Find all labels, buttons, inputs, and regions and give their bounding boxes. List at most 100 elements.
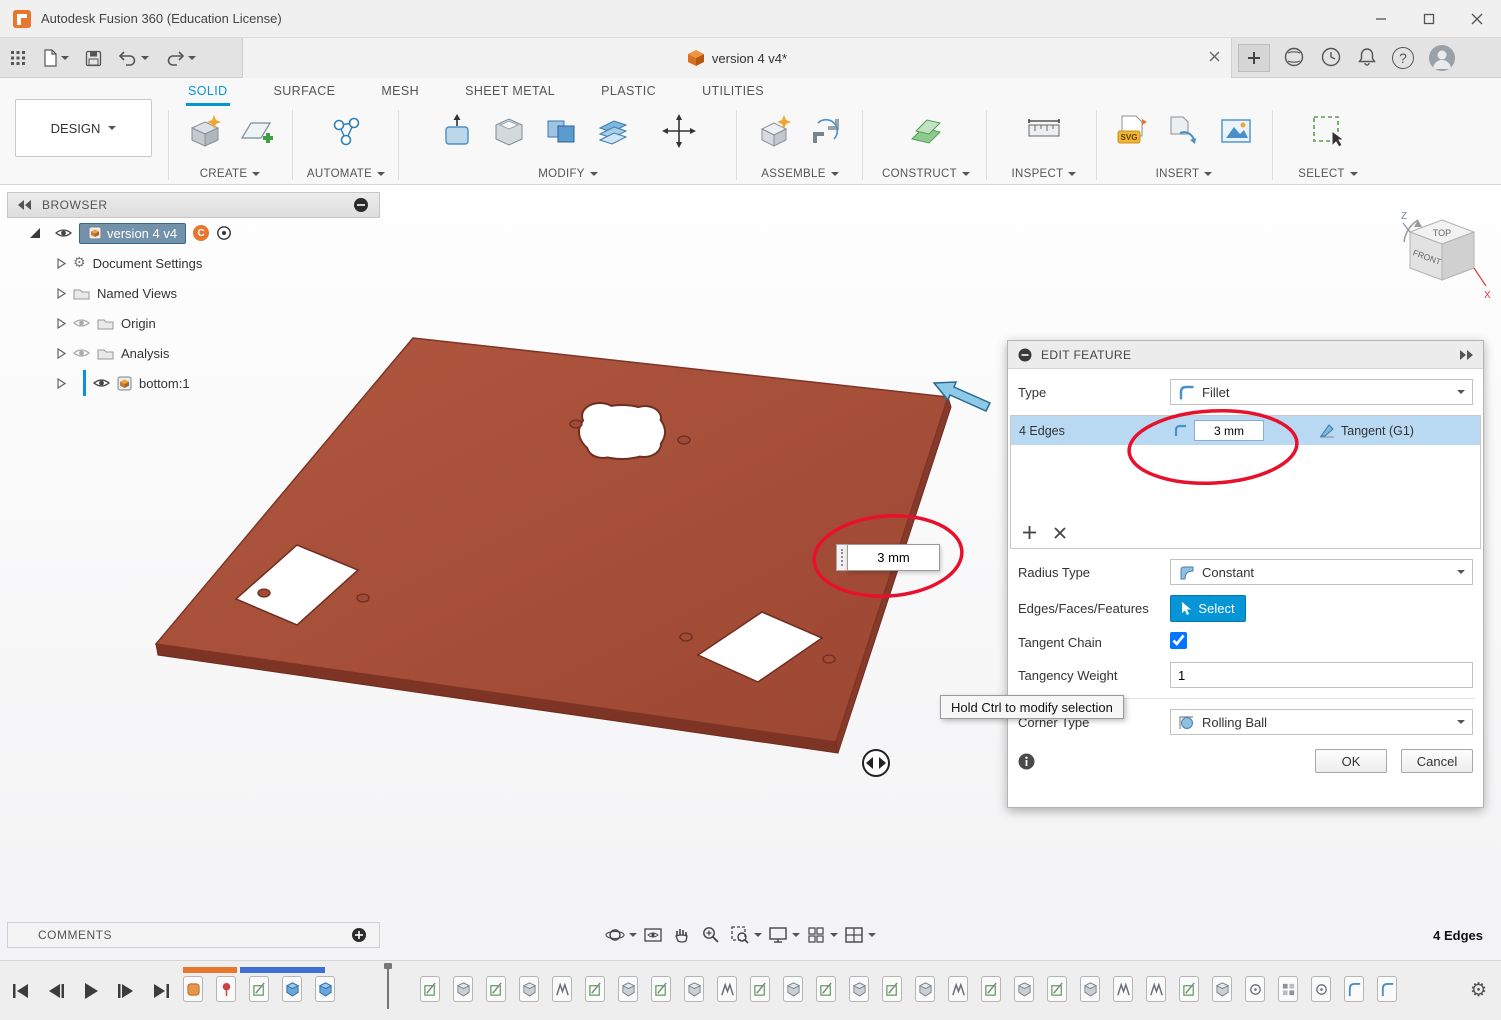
new-component-icon[interactable] — [753, 110, 795, 152]
timeline-feature-sketch[interactable] — [816, 976, 836, 1002]
tab-plastic[interactable]: PLASTIC — [599, 78, 658, 106]
insert-canvas-icon[interactable] — [1215, 110, 1257, 152]
timeline-feature-extrude[interactable] — [1212, 976, 1232, 1002]
edge-set-row[interactable]: 4 Edges Tangent (G1) — [1011, 416, 1480, 445]
canvas-radius-input[interactable] — [847, 544, 940, 571]
tangent-chain-checkbox[interactable] — [1170, 632, 1187, 649]
combine-icon[interactable] — [540, 110, 582, 152]
timeline-feature-extrude[interactable] — [915, 976, 935, 1002]
timeline-feature-sketch[interactable] — [981, 976, 1001, 1002]
root-component-node[interactable]: version 4 v4 — [79, 223, 186, 244]
document-tab[interactable]: version 4 v4* — [242, 38, 1232, 78]
timeline-feature-extrude[interactable] — [618, 976, 638, 1002]
visibility-eye-icon[interactable] — [93, 377, 110, 389]
timeline-play-button[interactable] — [80, 981, 102, 1001]
timeline-feature-joint[interactable] — [1146, 976, 1166, 1002]
zoom-icon[interactable] — [698, 922, 724, 948]
maximize-button[interactable] — [1405, 0, 1453, 37]
viewcube-top-label[interactable]: TOP — [1433, 228, 1451, 238]
timeline-feature-sketch[interactable] — [1047, 976, 1067, 1002]
dialog-dock-icon[interactable] — [1459, 350, 1473, 360]
visibility-off-eye-icon[interactable] — [73, 317, 90, 329]
job-status-icon[interactable] — [1320, 46, 1342, 71]
tab-mesh[interactable]: MESH — [379, 78, 421, 106]
cancel-button[interactable]: Cancel — [1401, 749, 1473, 773]
type-dropdown[interactable]: Fillet — [1170, 379, 1473, 405]
browser-header[interactable]: BROWSER — [7, 192, 380, 218]
extensions-icon[interactable] — [1283, 46, 1305, 71]
tab-close-icon[interactable] — [1208, 50, 1221, 66]
expand-chevron-icon[interactable] — [57, 288, 66, 299]
shell-icon[interactable] — [488, 110, 530, 152]
timeline-feature-extrude[interactable] — [453, 976, 473, 1002]
timeline-feature-extrude[interactable] — [1014, 976, 1034, 1002]
remove-edge-set-button[interactable] — [1054, 527, 1066, 542]
timeline-feature-form[interactable] — [183, 976, 203, 1002]
edge-radius-input[interactable] — [1194, 420, 1264, 441]
undo-button[interactable] — [118, 49, 149, 67]
assemble-menu[interactable]: ASSEMBLE — [744, 168, 856, 180]
automate-menu[interactable]: AUTOMATE — [300, 168, 392, 180]
measure-icon[interactable] — [1023, 110, 1065, 152]
redo-button[interactable] — [165, 49, 196, 67]
move-copy-icon[interactable] — [658, 110, 700, 152]
fit-icon[interactable] — [727, 922, 753, 948]
insert-svg-icon[interactable]: SVG — [1111, 110, 1153, 152]
dimension-drag-handle[interactable] — [836, 544, 847, 571]
timeline-step-back-button[interactable] — [45, 981, 67, 1001]
look-at-icon[interactable] — [640, 922, 666, 948]
dialog-header[interactable]: EDIT FEATURE — [1008, 341, 1483, 369]
inspect-menu[interactable]: INSPECT — [996, 168, 1092, 180]
browser-minimize-icon[interactable] — [353, 197, 369, 213]
timeline-feature-joint[interactable] — [552, 976, 572, 1002]
timeline-playhead-marker[interactable] — [387, 963, 389, 1009]
timeline-feature-pin[interactable] — [216, 976, 236, 1002]
collapse-panel-icon[interactable] — [18, 200, 32, 210]
expand-chevron-icon[interactable] — [57, 318, 66, 329]
insert-menu[interactable]: INSERT — [1102, 168, 1266, 180]
orbit-icon[interactable] — [602, 922, 628, 948]
offset-face-icon[interactable] — [592, 110, 634, 152]
tangency-weight-input[interactable] — [1170, 662, 1473, 688]
add-edge-set-button[interactable] — [1023, 526, 1036, 542]
ground-target-icon[interactable] — [216, 225, 232, 241]
grid-snap-icon[interactable] — [803, 922, 829, 948]
browser-root-row[interactable]: version 4 v4 C — [7, 218, 380, 248]
timeline-feature-joint[interactable] — [948, 976, 968, 1002]
new-tab-button[interactable] — [1238, 44, 1270, 72]
expand-chevron-icon[interactable] — [57, 258, 66, 269]
create-sketch-icon[interactable] — [235, 110, 277, 152]
close-button[interactable] — [1453, 0, 1501, 37]
timeline-feature-hole[interactable] — [1311, 976, 1331, 1002]
plate-top-face[interactable] — [156, 338, 948, 742]
tab-solid[interactable]: SOLID — [186, 78, 230, 106]
timeline-feature-extrude[interactable] — [783, 976, 803, 1002]
file-menu-button[interactable] — [42, 49, 69, 67]
modify-menu[interactable]: MODIFY — [406, 168, 730, 180]
timeline-group-band-orange[interactable] — [183, 967, 237, 973]
timeline-step-forward-button[interactable] — [115, 981, 137, 1001]
flip-direction-icon[interactable] — [863, 750, 889, 776]
visibility-eye-icon[interactable] — [55, 227, 72, 239]
timeline-feature-hole[interactable] — [1245, 976, 1265, 1002]
tab-surface[interactable]: SURFACE — [272, 78, 338, 106]
timeline-feature-sketch[interactable] — [651, 976, 671, 1002]
timeline-group-band-blue[interactable] — [240, 967, 325, 973]
timeline-feature-sketch[interactable] — [1179, 976, 1199, 1002]
browser-item-named-views[interactable]: Named Views — [7, 278, 380, 308]
select-menu[interactable]: SELECT — [1280, 168, 1376, 180]
timeline-feature-fillet[interactable] — [1377, 976, 1397, 1002]
timeline-feature-pattern[interactable] — [1278, 976, 1298, 1002]
expand-triangle-icon[interactable] — [30, 228, 40, 238]
joint-icon[interactable] — [805, 110, 847, 152]
expand-chevron-icon[interactable] — [57, 378, 66, 389]
display-settings-icon[interactable] — [765, 922, 791, 948]
workspace-selector[interactable]: DESIGN — [15, 99, 152, 157]
insert-derive-icon[interactable] — [1163, 110, 1205, 152]
timeline-feature-extrude[interactable] — [849, 976, 869, 1002]
timeline-feature-extrude[interactable] — [684, 976, 704, 1002]
construct-plane-icon[interactable] — [905, 110, 947, 152]
tangent-type-cell[interactable]: Tangent (G1) — [1341, 424, 1414, 438]
radius-type-dropdown[interactable]: Constant — [1170, 559, 1473, 585]
timeline-feature-extrude[interactable] — [519, 976, 539, 1002]
